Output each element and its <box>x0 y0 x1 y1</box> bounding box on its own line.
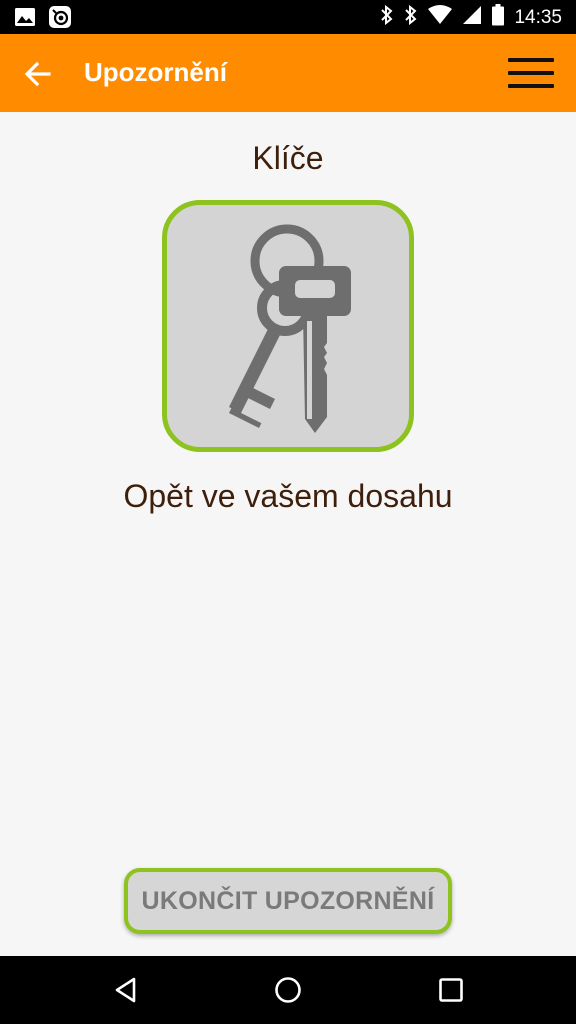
end-alert-button[interactable]: UKONČIT UPOZORNĚNÍ <box>124 868 452 934</box>
bluetooth-icon <box>404 4 418 31</box>
status-left-icons <box>14 5 72 34</box>
wifi-icon <box>428 5 453 30</box>
arrow-left-icon <box>24 61 51 87</box>
nav-home-button[interactable] <box>274 976 302 1004</box>
alert-content: Klíče Opět ve vašem dosahu UKONČIT UPOZO <box>0 112 576 956</box>
menu-button[interactable] <box>508 54 554 92</box>
status-bar: 14:35 <box>0 0 576 34</box>
status-message: Opět ve vašem dosahu <box>123 478 453 514</box>
nav-recents-icon <box>439 978 463 1002</box>
image-icon <box>14 6 36 33</box>
keys-icon <box>229 224 351 433</box>
status-time: 14:35 <box>514 6 562 28</box>
back-button[interactable] <box>20 56 56 92</box>
app-notification-icon <box>48 5 72 34</box>
status-right-icons: 14:35 <box>380 4 562 31</box>
page-title: Upozornění <box>84 57 227 87</box>
battery-icon <box>492 4 505 31</box>
nav-back-button[interactable] <box>112 976 140 1004</box>
nav-back-icon <box>115 977 136 1003</box>
item-name: Klíče <box>252 140 324 176</box>
item-icon-tile <box>162 200 414 452</box>
nav-home-icon <box>275 977 301 1003</box>
nav-recents-button[interactable] <box>438 977 464 1003</box>
bluetooth-icon <box>380 4 394 31</box>
system-nav-bar <box>0 956 576 1024</box>
signal-icon <box>462 5 482 30</box>
hamburger-menu-icon <box>508 58 554 62</box>
app-bar: Upozornění <box>0 34 576 112</box>
